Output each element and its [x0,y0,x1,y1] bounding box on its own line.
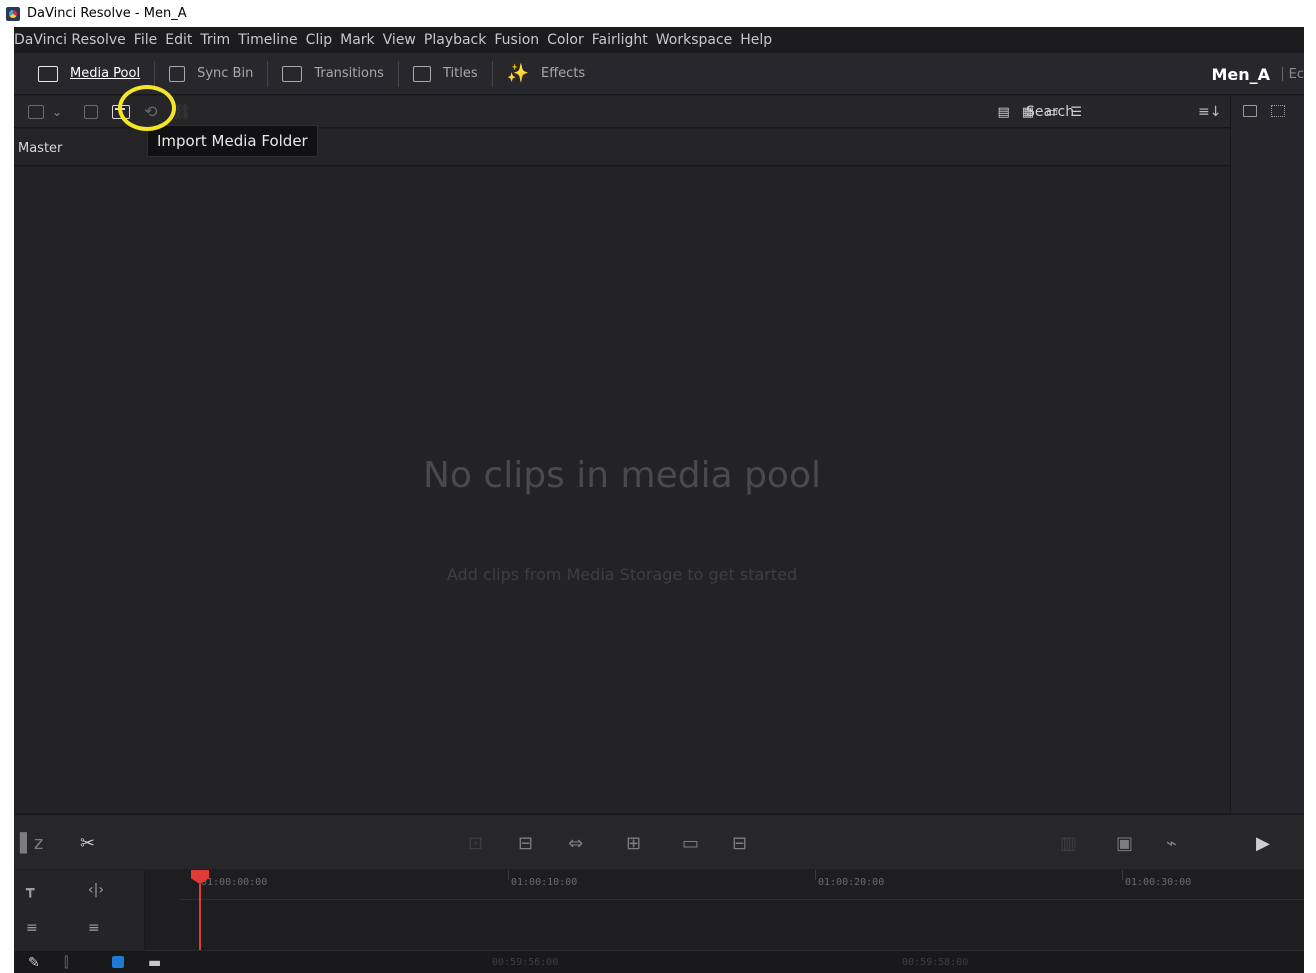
timecode-label: 00:59:58:00 [902,957,969,968]
tab-media-pool-label: Media Pool [70,66,141,81]
replace-clip-icon[interactable]: ⇔ [568,833,583,854]
tooltip: Import Media Folder [147,125,318,157]
timeline-area[interactable]: ┳ ‹|› ≡ ≡ 01:00:00:00 01:00:10:00 01:00:… [14,870,1304,950]
edit-toolbar: ▌z ✂ ⊡ ⊟ ⇔ ⊞ ▭ ⊟ ▥ ▣ ⌁ ▶ [14,814,1304,869]
timecode-label: 01:00:20:00 [818,877,885,888]
video-track-color-icon[interactable] [112,956,124,968]
media-pool-area[interactable]: No clips in media pool Add clips from Me… [14,167,1230,813]
playhead-line [199,884,201,950]
add-audio-track-icon[interactable]: ≡ [88,920,100,936]
image-view-icon[interactable] [1243,105,1257,117]
tab-titles[interactable]: Titles [399,53,492,94]
timecode-label: 00:59:56:00 [492,957,559,968]
edit-mode-icon[interactable]: ✎ [28,955,40,971]
highlight-ring [118,85,176,131]
ruler-tick [508,870,509,880]
sort-icon[interactable]: ≡↓ [1198,96,1221,128]
menu-file[interactable]: File [134,32,165,48]
place-on-top-icon[interactable]: ⊞ [626,833,641,854]
menu-trim[interactable]: Trim [200,32,238,48]
track-header: ┳ ‹|› ≡ ≡ [14,870,145,950]
timeline-ruler[interactable]: 01:00:00:00 01:00:10:00 01:00:20:00 01:0… [181,870,1304,900]
empty-state-title: No clips in media pool [423,455,821,496]
tab-effects[interactable]: ✨ Effects [493,53,600,94]
select-mode-icon[interactable]: ┳ [26,882,34,898]
caption-icon[interactable]: ▬ [148,955,161,971]
project-extra: Ec [1281,53,1304,95]
menu-mark[interactable]: Mark [340,32,383,48]
overwrite-clip-icon[interactable]: ⊟ [518,833,533,854]
tab-transitions[interactable]: Transitions [268,53,398,94]
add-video-track-icon[interactable]: ≡ [26,920,38,936]
timecode-label: 01:00:30:00 [1125,877,1192,888]
breadcrumb[interactable]: Master [18,141,62,156]
window-titlebar: DaVinci Resolve - Men_A [0,0,1316,27]
project-extra-label: Ec [1288,66,1304,82]
empty-state-subtitle: Add clips from Media Storage to get star… [446,565,798,584]
tab-sync-bin[interactable]: Sync Bin [155,53,267,94]
project-name: Men_A [1211,64,1270,84]
menu-edit[interactable]: Edit [165,32,200,48]
tab-titles-label: Titles [442,66,478,81]
menu-color[interactable]: Color [547,32,592,48]
menu-workspace[interactable]: Workspace [656,32,741,48]
menu-fusion[interactable]: Fusion [494,32,547,48]
viewer-side-panel [1230,96,1304,813]
search-input[interactable] [1022,100,1172,124]
menu-help[interactable]: Help [740,32,780,48]
tab-transitions-label: Transitions [314,66,384,81]
trim-mode-icon[interactable]: ‹|› [88,882,104,898]
scissors-icon[interactable]: ✂ [80,833,95,854]
metadata-view-icon[interactable]: ▤ [997,105,1009,120]
fit-to-fill-icon[interactable]: ▥ [1060,833,1077,854]
timecode-label: 01:00:00:00 [201,877,268,888]
divider [1281,67,1283,81]
ruler-tick [1122,870,1123,880]
menu-clip[interactable]: Clip [306,32,340,48]
menu-fairlight[interactable]: Fairlight [592,32,656,48]
smooth-cut-icon[interactable]: ▣ [1116,833,1133,854]
append-at-end-icon[interactable]: ▭ [682,833,699,854]
media-pool-icon [38,65,58,82]
media-pool-toolbar: ⌄ ⟲ ⛓ ▤ ▦ ▭ ☰ ≡↓ [14,96,1230,128]
menu-view[interactable]: View [383,32,424,48]
ripple-overwrite-icon[interactable]: ⊟ [732,833,747,854]
timecode-label: 01:00:10:00 [511,877,578,888]
new-bin-icon[interactable] [84,104,99,119]
app-frame: DaVinci Resolve File Edit Trim Timeline … [14,27,1304,973]
tab-sync-bin-label: Sync Bin [197,66,254,81]
bottom-strip: ✎ ⫿ ▬ 00:59:56:00 00:59:58:00 [14,950,1304,973]
play-viewer-icon[interactable]: ▶ [1256,833,1270,854]
window-title: DaVinci Resolve - Men_A [27,6,187,21]
titles-icon [412,65,431,82]
sync-bin-icon [169,65,186,82]
menu-bar: DaVinci Resolve File Edit Trim Timeline … [14,27,1304,53]
insert-clip-icon[interactable]: ⊡ [468,833,483,854]
davinci-resolve-app-icon [6,6,20,21]
chevron-down-icon[interactable]: ⌄ [52,105,62,119]
audio-waveform-icon[interactable]: ⌁ [1166,833,1177,854]
audio-meter-icon[interactable]: ⫿ [64,955,68,971]
menu-timeline[interactable]: Timeline [238,32,306,48]
transitions-icon [282,65,303,82]
toggle-bin-list-icon[interactable] [28,104,44,119]
clip-view-icon[interactable] [1271,105,1285,117]
sleep-clips-icon[interactable]: ▌z [20,833,43,854]
tab-effects-label: Effects [541,66,586,81]
menu-playback[interactable]: Playback [424,32,494,48]
effects-icon: ✨ [506,63,530,84]
main-tabs-bar: Media Pool Sync Bin Transitions Titles ✨… [14,53,1304,95]
menu-davinci-resolve[interactable]: DaVinci Resolve [14,32,134,48]
ruler-tick [815,870,816,880]
